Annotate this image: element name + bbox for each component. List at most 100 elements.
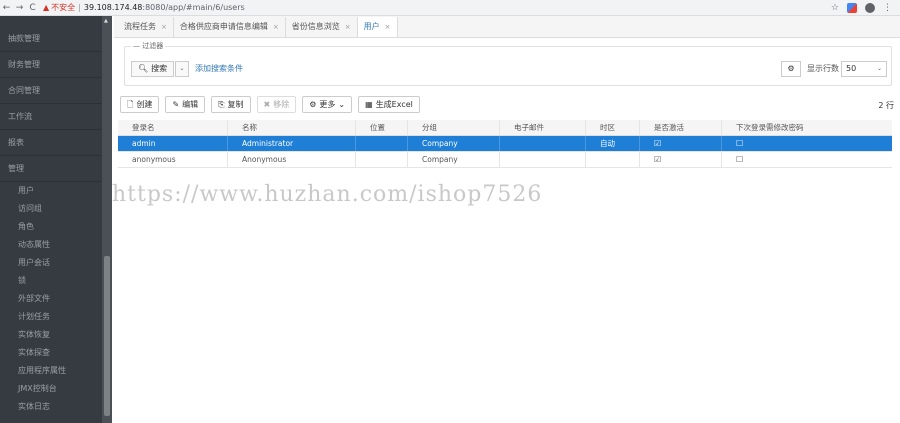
tab-label: 合格供应商申请信息编辑 <box>179 22 268 31</box>
sidebar: 抽款管理 财务管理 合同管理 工作流 报表 管理 用户 访问组 角色 动态属性 … <box>0 16 112 423</box>
excel-label: 生成Excel <box>375 100 413 109</box>
sidebar-sub-roles[interactable]: 角色 <box>18 218 34 236</box>
remove-label: 移除 <box>273 100 290 109</box>
excel-button[interactable]: ▦ 生成Excel <box>358 96 420 113</box>
chevron-down-icon: ⌄ <box>876 65 882 72</box>
profile-icon[interactable] <box>865 2 875 13</box>
tab-process-tasks[interactable]: 流程任务 × <box>118 17 174 37</box>
table-row[interactable]: anonymous Anonymous Company ☑ ☐ <box>118 152 892 168</box>
tab-supplier-application[interactable]: 合格供应商申请信息编辑 × <box>174 17 286 37</box>
tab-bar: 流程任务 × 合格供应商申请信息编辑 × 省份信息浏览 × 用户 × <box>114 16 900 38</box>
edit-label: 编辑 <box>182 100 199 109</box>
pencil-icon: ✎ <box>172 100 180 109</box>
sidebar-sub-dynamic-attributes[interactable]: 动态属性 <box>18 236 50 254</box>
bookmark-star-icon[interactable]: ☆ <box>831 3 839 13</box>
forward-icon[interactable]: → <box>13 3 26 13</box>
unchecked-icon: ☐ <box>736 155 744 164</box>
tab-label: 省份信息浏览 <box>291 22 340 31</box>
search-dropdown-button[interactable]: ⌄ <box>175 61 189 77</box>
sidebar-sub-app-properties[interactable]: 应用程序属性 <box>18 362 66 380</box>
sidebar-sub-users[interactable]: 用户 <box>18 182 34 200</box>
tab-province-browse[interactable]: 省份信息浏览 × <box>286 17 358 37</box>
column-header[interactable]: 电子邮件 <box>500 120 586 135</box>
sidebar-sub-entity-restore[interactable]: 实体恢复 <box>18 326 50 344</box>
sidebar-scrollbar[interactable]: ▲ <box>102 16 112 423</box>
sidebar-item-workflow[interactable]: 工作流 <box>0 104 102 130</box>
checked-icon: ☑ <box>640 152 722 167</box>
sidebar-item-contract[interactable]: 合同管理 <box>0 78 102 104</box>
scrollbar-thumb[interactable] <box>104 256 110 416</box>
sidebar-item-fund-management[interactable]: 抽款管理 <box>0 26 102 52</box>
search-icon: 🔍︎ <box>138 64 149 73</box>
sidebar-item-reports[interactable]: 报表 <box>0 130 102 156</box>
users-table: 登录名 名称 位置 分组 电子邮件 时区 是否激活 下次登录需修改密码 admi… <box>118 120 892 168</box>
cell-login: admin <box>118 136 228 151</box>
reload-icon[interactable]: C <box>26 3 39 13</box>
add-condition-link[interactable]: 添加搜索条件 <box>195 61 243 77</box>
edit-button[interactable]: ✎ 编辑 <box>165 96 206 113</box>
column-header[interactable]: 时区 <box>586 120 640 135</box>
close-icon[interactable]: × <box>345 17 351 37</box>
times-icon: ✖ <box>263 100 271 109</box>
cell-position <box>356 136 408 151</box>
sidebar-sub-jmx-console[interactable]: JMX控制台 <box>18 380 57 398</box>
close-icon[interactable]: × <box>385 17 391 37</box>
url-separator: | <box>78 3 81 12</box>
filter-panel: — 过滤器 🔍︎ 搜索 ⌄ 添加搜索条件 ⚙ 显示行数 50 ⌄ <box>124 41 892 86</box>
checked-icon: ☑ <box>640 136 722 151</box>
back-icon[interactable]: ← <box>0 3 13 13</box>
column-header[interactable]: 登录名 <box>118 120 228 135</box>
sidebar-item-admin[interactable]: 管理 <box>0 156 102 182</box>
rows-value: 50 <box>846 64 857 73</box>
sidebar-sub-scheduled-tasks[interactable]: 计划任务 <box>18 308 50 326</box>
sidebar-sub-locks[interactable]: 锁 <box>18 272 26 290</box>
scroll-up-icon[interactable]: ▲ <box>104 18 108 24</box>
gear-icon[interactable]: ⚙ <box>781 61 801 77</box>
create-label: 创建 <box>136 100 153 109</box>
sidebar-sub-entity-log[interactable]: 实体日志 <box>18 398 50 416</box>
cell-email <box>500 136 586 151</box>
column-header[interactable]: 是否激活 <box>640 120 722 135</box>
cell-name: Anonymous <box>228 152 356 167</box>
sidebar-sub-external-files[interactable]: 外部文件 <box>18 290 50 308</box>
column-header[interactable]: 下次登录需修改密码 <box>722 120 892 135</box>
copy-label: 复制 <box>227 100 244 109</box>
create-button[interactable]: 🗋 创建 <box>120 96 160 113</box>
cell-group: Company <box>408 152 500 167</box>
search-label: 搜索 <box>151 64 168 73</box>
cell-name: Administrator <box>228 136 356 151</box>
sidebar-sub-entity-inspector[interactable]: 实体探查 <box>18 344 50 362</box>
column-header[interactable]: 分组 <box>408 120 500 135</box>
more-button[interactable]: ⚙ 更多 ⌄ <box>302 96 353 113</box>
copy-icon: ⎘ <box>218 100 225 109</box>
filter-legend[interactable]: — 过滤器 <box>131 41 166 51</box>
table-header: 登录名 名称 位置 分组 电子邮件 时区 是否激活 下次登录需修改密码 <box>118 120 892 136</box>
sidebar-item-finance[interactable]: 财务管理 <box>0 52 102 78</box>
toolbar: 🗋 创建 ✎ 编辑 ⎘ 复制 ✖ 移除 ⚙ 更多 ⌄ ▦ 生成Excel <box>120 96 420 114</box>
column-header[interactable]: 名称 <box>228 120 356 135</box>
unchecked-icon: ☐ <box>736 139 744 148</box>
remove-button[interactable]: ✖ 移除 <box>256 96 297 113</box>
cell-position <box>356 152 408 167</box>
url-path: :8080/app/#main/6/users <box>142 3 245 12</box>
cell-login: anonymous <box>118 152 228 167</box>
tab-users[interactable]: 用户 × <box>357 17 398 37</box>
rows-select[interactable]: 50 ⌄ <box>841 61 887 77</box>
copy-button[interactable]: ⎘ 复制 <box>211 96 251 113</box>
sidebar-sub-access-groups[interactable]: 访问组 <box>18 200 42 218</box>
rows-label: 显示行数 <box>807 64 839 73</box>
warning-icon: ▲ <box>43 3 50 12</box>
cell-timezone <box>586 152 640 167</box>
table-row[interactable]: admin Administrator Company 自动 ☑ ☐ <box>118 136 892 152</box>
browser-menu-icon[interactable]: ⋮ <box>883 3 892 13</box>
address-bar[interactable]: ▲ 不安全 | 39.108.174.48 :8080/app/#main/6/… <box>43 1 831 15</box>
sidebar-sub-user-sessions[interactable]: 用户会话 <box>18 254 50 272</box>
extension-icon[interactable] <box>847 2 857 13</box>
insecure-label: 不安全 <box>51 3 76 12</box>
close-icon[interactable]: × <box>161 17 167 37</box>
search-button[interactable]: 🔍︎ 搜索 <box>131 61 175 77</box>
watermark-text: https://www.huzhan.com/ishop7526 <box>112 182 543 207</box>
column-header[interactable]: 位置 <box>356 120 408 135</box>
excel-icon: ▦ <box>365 100 373 109</box>
close-icon[interactable]: × <box>273 17 279 37</box>
